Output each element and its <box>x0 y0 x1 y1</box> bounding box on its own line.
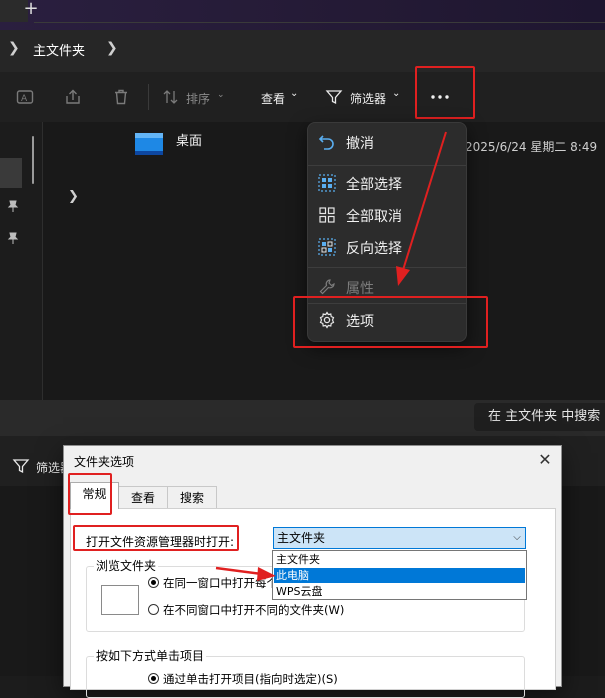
filter-button[interactable]: 筛选器 <box>350 90 386 107</box>
wrench-icon <box>319 279 335 295</box>
sort-button[interactable]: 排序 <box>186 90 210 107</box>
command-bar <box>0 72 605 123</box>
rename-icon[interactable]: A <box>16 88 34 106</box>
breadcrumb-current[interactable]: 主文件夹 <box>33 40 85 59</box>
tab-view[interactable]: 查看 <box>118 486 168 509</box>
chevron-down-icon: ⌄ <box>290 88 299 99</box>
chevron-down-icon: ⌄ <box>217 90 225 100</box>
browse-preview-image <box>101 585 139 615</box>
menu-item-label: 全部取消 <box>346 209 402 225</box>
menu-item-label: 撤消 <box>346 136 374 152</box>
menu-item-select-none[interactable]: 全部取消 <box>308 200 466 230</box>
search-input[interactable]: 在 主文件夹 中搜索 <box>474 403 605 431</box>
chevron-right-icon[interactable]: ❯ <box>8 40 20 56</box>
pin-icon <box>7 232 19 244</box>
menu-item-label: 属性 <box>346 281 374 297</box>
dropdown-option-selected[interactable]: 此电脑 <box>274 568 525 583</box>
annotation-box-more <box>415 66 475 119</box>
item-date: 2025/6/24 星期二 8:49 <box>465 140 598 154</box>
radio-new-window[interactable] <box>148 604 159 615</box>
annotation-box-general-tab <box>68 473 112 515</box>
file-list-area <box>0 122 605 400</box>
menu-item-label: 全部选择 <box>346 177 402 193</box>
annotation-box-open-label <box>73 525 239 551</box>
chevron-down-icon: ⌄ <box>392 88 401 99</box>
radio-single-click[interactable] <box>148 673 159 684</box>
dropdown-option[interactable]: 主文件夹 <box>274 552 525 567</box>
scrollbar[interactable] <box>32 136 34 184</box>
desktop-folder-icon <box>135 133 163 155</box>
chevron-down-icon[interactable]: ⌵ <box>510 527 524 549</box>
open-location-dropdown: 主文件夹 此电脑 WPS云盘 <box>272 550 527 600</box>
share-icon[interactable] <box>64 88 82 106</box>
sort-icon <box>163 90 178 104</box>
view-button[interactable]: 查看 <box>261 90 285 107</box>
select-none-icon <box>319 207 335 223</box>
svg-text:A: A <box>21 94 28 104</box>
radio-label: 通过单击打开项目(指向时选定)(S) <box>163 672 338 686</box>
plus-icon[interactable]: + <box>20 0 42 20</box>
tab-strip <box>0 0 605 30</box>
tab-search[interactable]: 搜索 <box>167 486 217 509</box>
group-title: 按如下方式单击项目 <box>94 647 207 664</box>
toolbar-separator <box>148 84 149 110</box>
menu-item-select-all[interactable]: 全部选择 <box>308 168 466 198</box>
delete-icon[interactable] <box>112 88 130 106</box>
nav-selected-item[interactable] <box>0 158 22 188</box>
expand-chevron-icon[interactable]: ❯ <box>68 189 79 204</box>
menu-item-undo[interactable]: 撤消 <box>308 127 466 157</box>
filter-icon <box>12 459 30 474</box>
radio-label: 在不同窗口中打开不同的文件夹(W) <box>163 603 345 617</box>
dropdown-option[interactable]: WPS云盘 <box>274 584 525 599</box>
undo-icon <box>318 135 334 150</box>
annotation-box-options <box>293 296 488 348</box>
menu-divider <box>308 165 466 166</box>
close-icon[interactable]: ✕ <box>534 449 556 471</box>
menu-item-label: 反向选择 <box>346 241 402 257</box>
chevron-right-icon[interactable]: ❯ <box>106 40 118 56</box>
filter-icon <box>325 90 343 105</box>
invert-selection-icon <box>318 238 336 256</box>
dialog-title: 文件夹选项 <box>74 455 135 469</box>
menu-divider <box>308 267 466 268</box>
menu-item-invert-selection[interactable]: 反向选择 <box>308 232 466 262</box>
tab-divider <box>34 22 605 23</box>
pin-icon <box>7 200 19 212</box>
select-all-icon <box>318 174 336 192</box>
open-location-select[interactable]: 主文件夹 <box>273 527 526 549</box>
item-name[interactable]: 桌面 <box>176 130 202 149</box>
folder-options-dialog: 文件夹选项 ✕ 查看 搜索 常规 打开文件资源管理器时打开: 主文件夹 ⌵ 浏览… <box>63 445 562 698</box>
radio-same-window[interactable] <box>148 577 159 588</box>
address-bar <box>0 30 605 72</box>
group-title: 浏览文件夹 <box>94 557 159 574</box>
